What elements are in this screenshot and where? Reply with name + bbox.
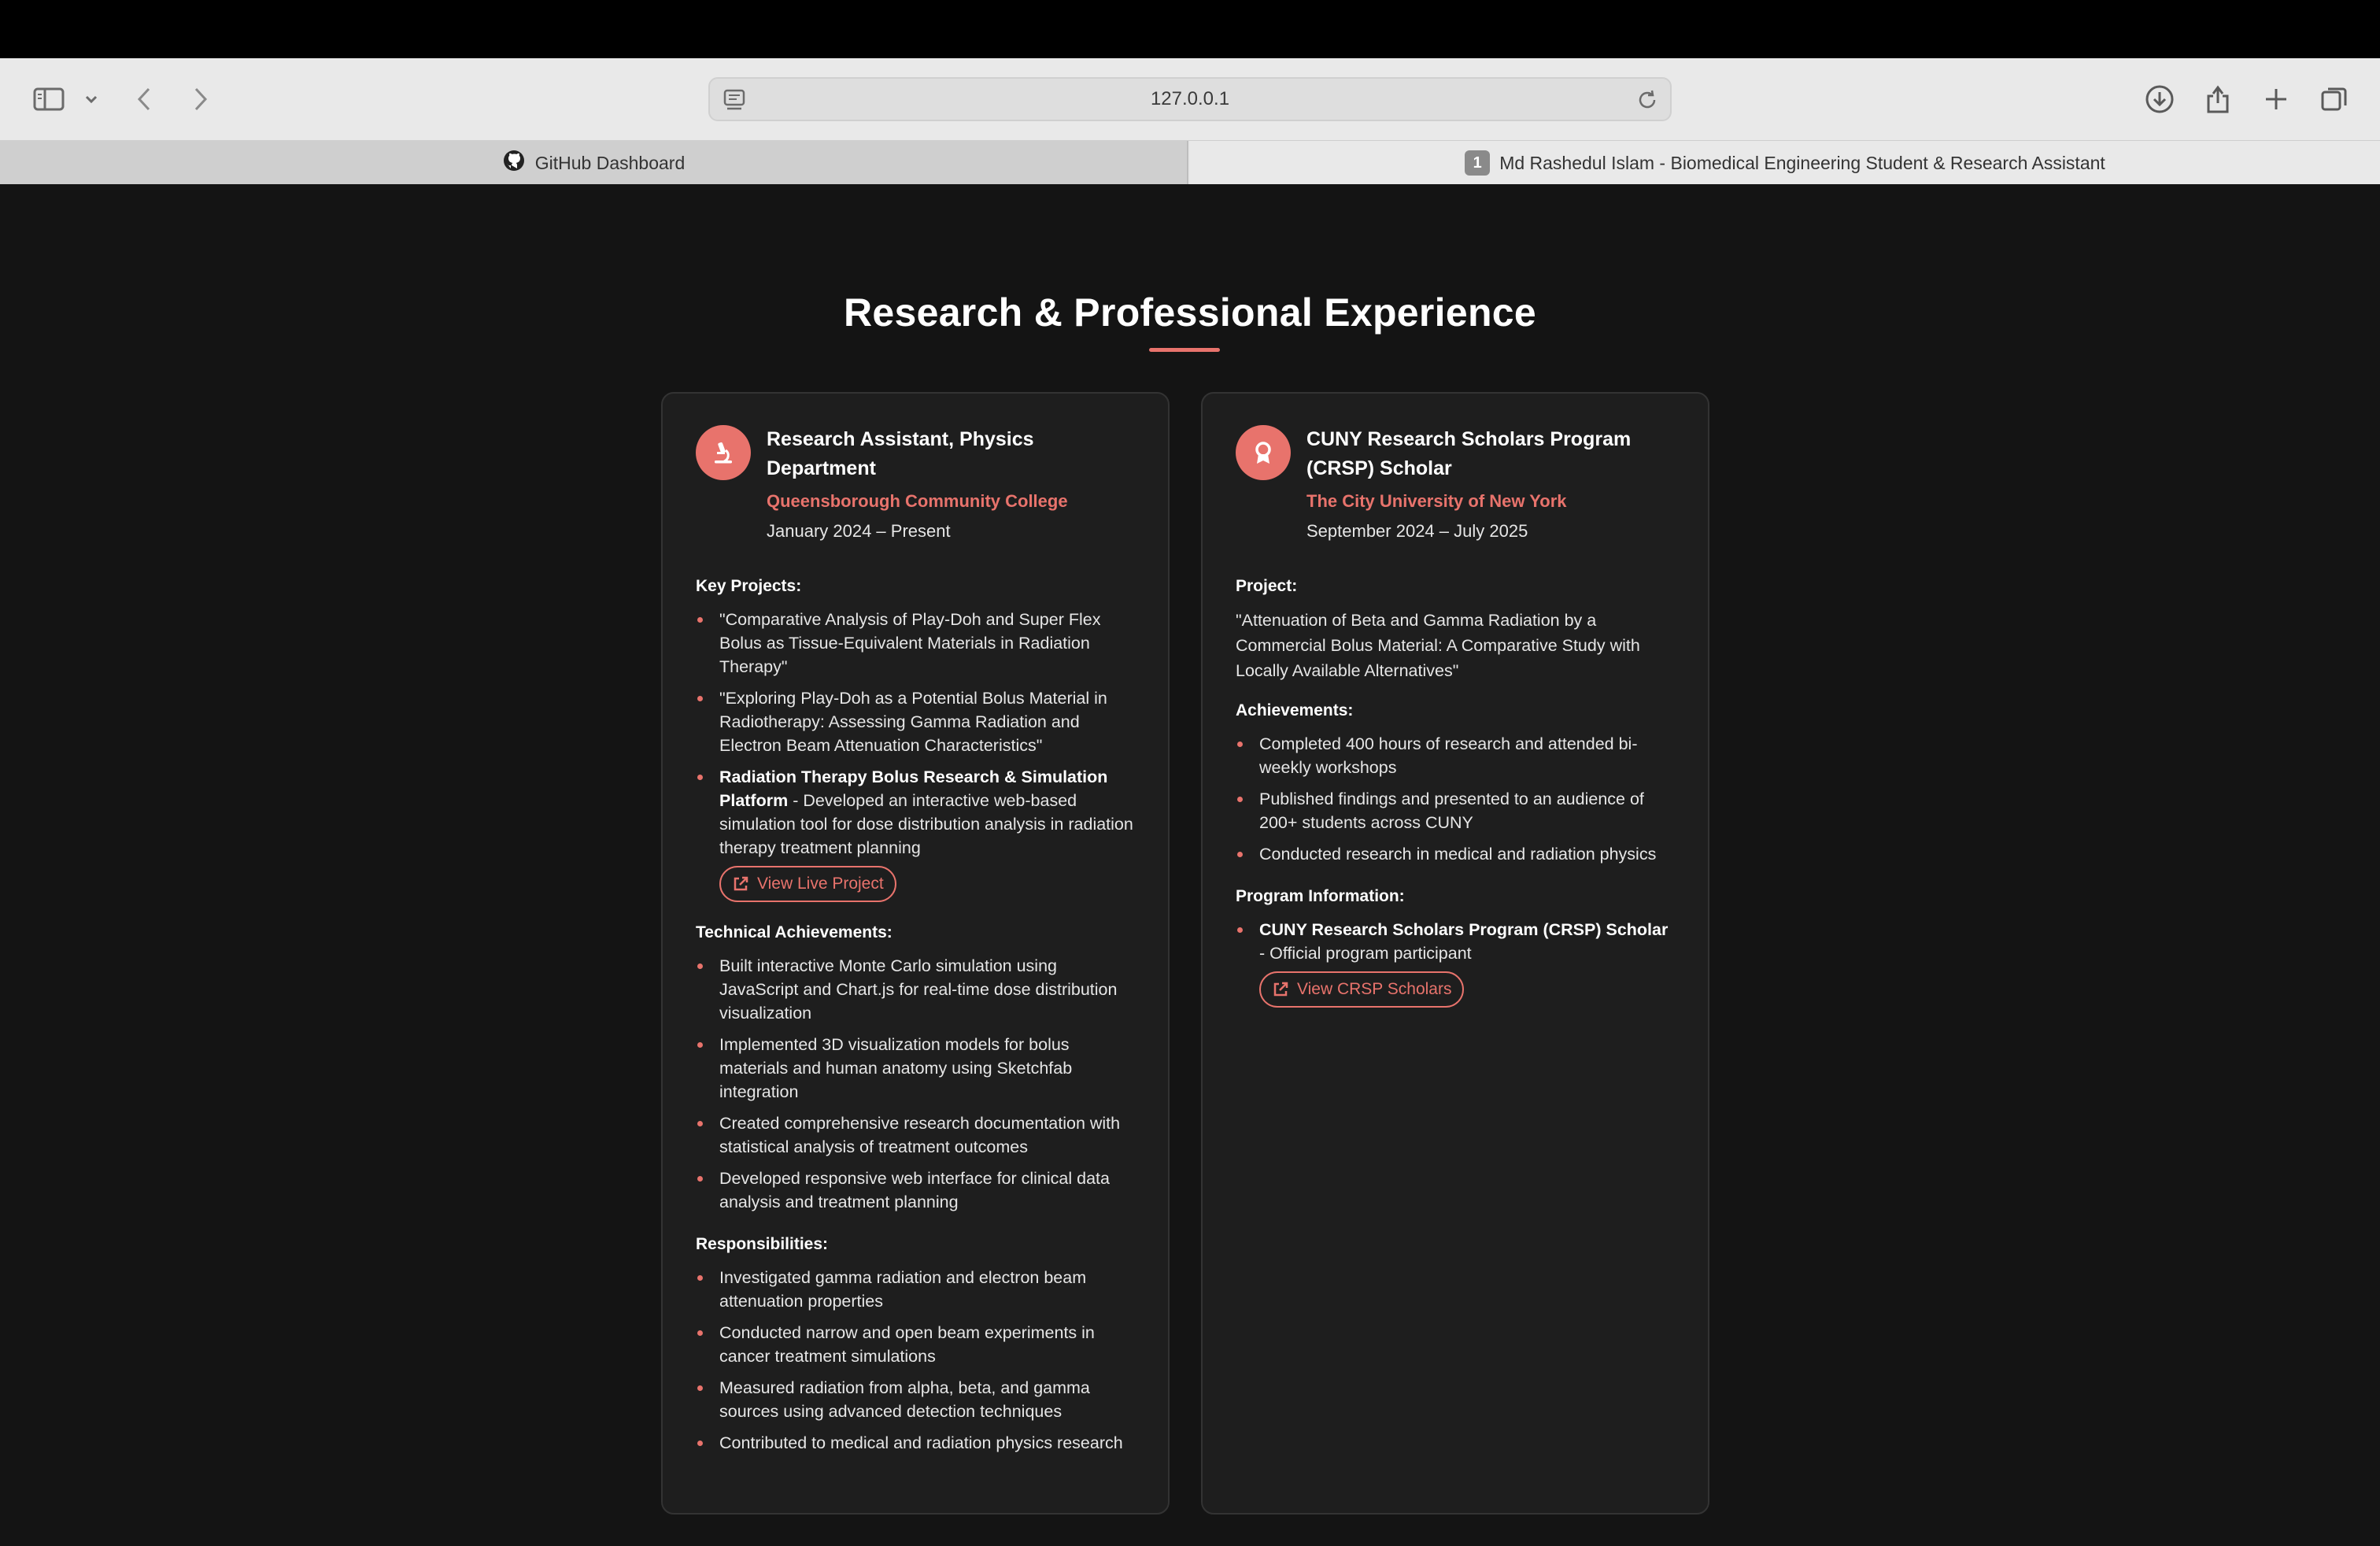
list-item: Conducted research in medical and radiat… [1236, 842, 1676, 866]
list-item: Investigated gamma radiation and electro… [696, 1266, 1136, 1313]
tab-overview-icon[interactable] [2317, 79, 2352, 120]
list-item: "Exploring Play-Doh as a Potential Bolus… [696, 686, 1136, 757]
screen-top-bar [0, 0, 2380, 58]
tab-badge: 1 [1465, 150, 1491, 176]
share-icon[interactable] [2201, 79, 2235, 120]
tab-label: GitHub Dashboard [534, 152, 686, 173]
tab-portfolio[interactable]: 1 Md Rashedul Islam - Biomedical Enginee… [1190, 141, 2380, 185]
list-item: "Comparative Analysis of Play-Doh and Su… [696, 608, 1136, 679]
page-content: Research & Professional Experience Resea… [0, 184, 2380, 1546]
job-role: Research Assistant, Physics Department [767, 428, 1034, 479]
address-bar[interactable]: 127.0.0.1 [708, 77, 1672, 121]
list-item: Built interactive Monte Carlo simulation… [696, 954, 1136, 1025]
external-link-icon [734, 876, 748, 891]
experience-card-crsp-scholar: CUNY Research Scholars Program (CRSP) Sc… [1201, 392, 1709, 1515]
list-item: Created comprehensive research documenta… [696, 1111, 1136, 1159]
job-role: CUNY Research Scholars Program (CRSP) Sc… [1306, 428, 1632, 479]
new-tab-icon[interactable] [2259, 79, 2293, 120]
job-dates: January 2024 – Present [767, 521, 951, 541]
list-item: Measured radiation from alpha, beta, and… [696, 1376, 1136, 1423]
card-body: Key Projects: "Comparative Analysis of P… [696, 575, 1136, 1474]
github-icon [502, 149, 526, 177]
program-title: CUNY Research Scholars Program (CRSP) Sc… [1259, 920, 1669, 939]
project-heading: Project: [1236, 577, 1298, 595]
key-projects-list: "Comparative Analysis of Play-Doh and Su… [696, 608, 1136, 860]
microscope-icon [696, 425, 751, 480]
view-crsp-scholars-button[interactable]: View CRSP Scholars [1259, 971, 1465, 1008]
tab-label: Md Rashedul Islam - Biomedical Engineeri… [1499, 152, 2105, 173]
button-label: View CRSP Scholars [1297, 980, 1452, 998]
external-link-icon [1273, 982, 1288, 997]
tab-bar: GitHub Dashboard 1 Md Rashedul Islam - B… [0, 140, 2380, 185]
list-item: Developed responsive web interface for c… [696, 1167, 1136, 1214]
achievements-list: Completed 400 hours of research and atte… [1236, 732, 1676, 866]
list-item: Radiation Therapy Bolus Research & Simul… [696, 765, 1136, 860]
program-description: - Official program participant [1259, 944, 1472, 963]
url-text[interactable]: 127.0.0.1 [710, 79, 1670, 120]
list-item: Completed 400 hours of research and atte… [1236, 732, 1676, 779]
job-dates: September 2024 – July 2025 [1306, 521, 1528, 541]
technical-achievements-list: Built interactive Monte Carlo simulation… [696, 954, 1136, 1214]
list-item: Published findings and presented to an a… [1236, 787, 1676, 834]
title-underline [1149, 348, 1220, 352]
program-info-heading: Program Information: [1236, 887, 1405, 905]
program-info-list: CUNY Research Scholars Program (CRSP) Sc… [1236, 918, 1676, 965]
card-body: Project: "Attenuation of Beta and Gamma … [1236, 575, 1676, 1026]
browser-toolbar: 127.0.0.1 [0, 58, 2380, 140]
sidebar-toggle-icon[interactable] [30, 79, 68, 120]
achievements-heading: Achievements: [1236, 701, 1354, 719]
list-item: CUNY Research Scholars Program (CRSP) Sc… [1236, 918, 1676, 965]
job-organization: Queensborough Community College [767, 491, 1068, 511]
key-projects-heading: Key Projects: [696, 577, 802, 595]
list-item: Implemented 3D visualization models for … [696, 1033, 1136, 1104]
list-item: Contributed to medical and radiation phy… [696, 1431, 1136, 1455]
award-icon [1236, 425, 1291, 480]
project-description: "Attenuation of Beta and Gamma Radiation… [1236, 611, 1640, 680]
tab-github-dashboard[interactable]: GitHub Dashboard [0, 141, 1188, 185]
list-item: Conducted narrow and open beam experimen… [696, 1321, 1136, 1368]
job-organization: The City University of New York [1306, 491, 1567, 511]
technical-achievements-heading: Technical Achievements: [696, 923, 893, 941]
chevron-down-icon[interactable] [80, 79, 102, 120]
view-live-project-button[interactable]: View Live Project [719, 866, 896, 902]
back-arrow-icon[interactable] [131, 79, 159, 120]
responsibilities-heading: Responsibilities: [696, 1235, 829, 1253]
forward-arrow-icon[interactable] [186, 79, 214, 120]
experience-card-research-assistant: Research Assistant, Physics Department Q… [661, 392, 1170, 1515]
download-icon[interactable] [2142, 79, 2177, 120]
responsibilities-list: Investigated gamma radiation and electro… [696, 1266, 1136, 1455]
section-title: Research & Professional Experience [843, 290, 1537, 335]
button-label: View Live Project [757, 875, 884, 893]
reload-icon[interactable] [1635, 88, 1659, 116]
